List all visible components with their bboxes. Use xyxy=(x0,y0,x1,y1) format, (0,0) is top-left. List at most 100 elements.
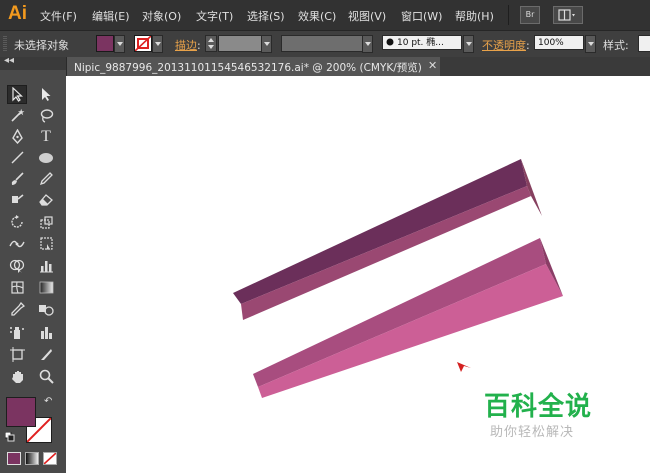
swap-fill-stroke-icon[interactable]: ↶ xyxy=(44,396,52,407)
type-tool[interactable]: T xyxy=(36,127,56,146)
menu-effect[interactable]: 效果(C) xyxy=(298,8,336,24)
blend-icon xyxy=(39,305,54,316)
magic-wand-tool[interactable] xyxy=(7,106,27,125)
lasso-icon xyxy=(40,109,53,123)
stroke-label[interactable]: 描边: xyxy=(175,37,201,53)
document-tab[interactable]: Nipic_9887996_20131101154546532176.ai* @… xyxy=(66,57,440,76)
fill-color-swatch[interactable] xyxy=(6,397,36,427)
stroke-weight-stepper[interactable] xyxy=(205,35,217,52)
eyedropper-tool[interactable] xyxy=(7,300,27,319)
pen-tool[interactable] xyxy=(7,127,27,146)
shape-builder-tool[interactable] xyxy=(7,256,27,275)
rotate-tool[interactable] xyxy=(7,213,27,232)
eraser-icon xyxy=(39,194,53,206)
stroke-swatch[interactable] xyxy=(134,35,152,52)
zoom-tool[interactable] xyxy=(36,367,56,386)
eyedropper-icon xyxy=(10,302,25,316)
watermark-title: 百科全说 xyxy=(484,392,593,422)
menu-object[interactable]: 对象(O) xyxy=(142,8,181,24)
mesh-tool[interactable] xyxy=(7,278,27,297)
variable-width-profile[interactable] xyxy=(281,35,363,52)
width-icon xyxy=(9,240,25,248)
tools-panel: ◂◂ T ↶ xyxy=(0,55,67,473)
menu-edit[interactable]: 编辑(E) xyxy=(92,8,130,24)
symbol-sprayer-icon xyxy=(10,327,24,339)
opacity-dropdown[interactable] xyxy=(585,35,596,53)
graphic-style-swatch[interactable] xyxy=(638,35,650,52)
arrange-documents-button[interactable] xyxy=(553,6,583,24)
stepper-arrows-icon xyxy=(208,38,214,49)
line-segment-tool[interactable] xyxy=(7,148,27,167)
panel-grip-icon xyxy=(3,36,7,52)
menu-help[interactable]: 帮助(H) xyxy=(455,8,494,24)
opacity-input[interactable]: 100% xyxy=(534,35,584,50)
ellipse-tool[interactable] xyxy=(36,148,56,167)
watermark-subtitle: 助你轻松解决 xyxy=(490,425,575,440)
menu-select[interactable]: 选择(S) xyxy=(247,8,285,24)
variable-width-dropdown[interactable] xyxy=(362,35,373,53)
gradient-tool[interactable] xyxy=(36,278,56,297)
stroke-label-text[interactable]: 描边 xyxy=(175,39,197,52)
opacity-label-text[interactable]: 不透明度 xyxy=(482,39,526,52)
arrange-documents-icon xyxy=(558,9,575,21)
scale-tool[interactable] xyxy=(36,213,56,232)
brush-dropdown[interactable] xyxy=(463,35,474,53)
rotate-icon xyxy=(10,215,23,228)
gradient-icon xyxy=(39,281,53,294)
selection-status: 未选择对象 xyxy=(14,39,69,52)
artboard-tool[interactable] xyxy=(7,345,27,364)
selection-arrow-icon xyxy=(12,87,24,102)
hand-tool[interactable] xyxy=(7,367,27,386)
symbol-sprayer-tool[interactable] xyxy=(7,323,27,342)
menu-view[interactable]: 视图(V) xyxy=(348,8,386,24)
gradient-mode-button[interactable] xyxy=(25,452,39,465)
menu-window[interactable]: 窗口(W) xyxy=(401,8,442,24)
style-label: 样式: xyxy=(603,39,629,52)
fill-dropdown[interactable] xyxy=(114,35,125,53)
tools-panel-header: ◂◂ xyxy=(0,55,66,70)
width-tool[interactable] xyxy=(7,234,27,253)
type-icon: T xyxy=(41,127,51,145)
lasso-tool[interactable] xyxy=(36,106,56,125)
opacity-label[interactable]: 不透明度: xyxy=(482,37,530,53)
selection-tool[interactable] xyxy=(7,85,27,104)
none-mode-button[interactable] xyxy=(43,452,57,465)
bar-graph-icon xyxy=(40,327,52,339)
stroke-weight-input[interactable] xyxy=(218,35,262,52)
graph-tool[interactable] xyxy=(36,256,56,275)
menu-bar: Ai 文件(F) 编辑(E) 对象(O) 文字(T) 选择(S) 效果(C) 视… xyxy=(0,0,650,30)
slice-knife-icon xyxy=(40,349,52,360)
slice-tool[interactable] xyxy=(36,345,56,364)
stroke-dropdown[interactable] xyxy=(152,35,163,53)
eraser-tool[interactable] xyxy=(36,190,56,209)
blend-tool[interactable] xyxy=(36,300,56,319)
default-colors-icon[interactable] xyxy=(5,432,15,442)
document-tab-bar: Nipic_9887996_20131101154546532176.ai* @… xyxy=(66,57,650,76)
none-icon xyxy=(44,453,56,464)
direct-selection-tool[interactable] xyxy=(36,85,56,104)
free-transform-icon xyxy=(39,237,53,251)
free-transform-tool[interactable] xyxy=(36,234,56,253)
artboard-canvas[interactable]: 百科全说 助你轻松解决 xyxy=(66,76,650,473)
fill-swatch[interactable] xyxy=(96,35,114,52)
paintbrush-tool[interactable] xyxy=(7,169,27,188)
line-segment-icon xyxy=(11,151,23,164)
pencil-icon xyxy=(39,172,53,186)
brush-dot-icon xyxy=(386,38,394,46)
collapse-panel-icon[interactable]: ◂◂ xyxy=(4,55,14,66)
brush-definition[interactable]: 10 pt. 椭... xyxy=(382,35,462,50)
color-mode-button[interactable] xyxy=(7,452,21,465)
brush-label: 10 pt. 椭... xyxy=(397,38,444,48)
blob-brush-icon xyxy=(12,194,24,203)
document-title: Nipic_9887996_20131101154546532176.ai* @… xyxy=(74,62,422,74)
close-icon[interactable]: ✕ xyxy=(428,59,437,72)
menu-file[interactable]: 文件(F) xyxy=(40,8,77,24)
column-graph-tool[interactable] xyxy=(36,323,56,342)
none-stroke-icon xyxy=(135,36,151,51)
stroke-weight-dropdown[interactable] xyxy=(261,35,272,53)
pencil-tool[interactable] xyxy=(36,169,56,188)
bridge-button[interactable]: Br xyxy=(520,6,540,24)
blob-brush-tool[interactable] xyxy=(7,190,27,209)
magic-wand-icon xyxy=(10,108,24,122)
menu-type[interactable]: 文字(T) xyxy=(196,8,233,24)
